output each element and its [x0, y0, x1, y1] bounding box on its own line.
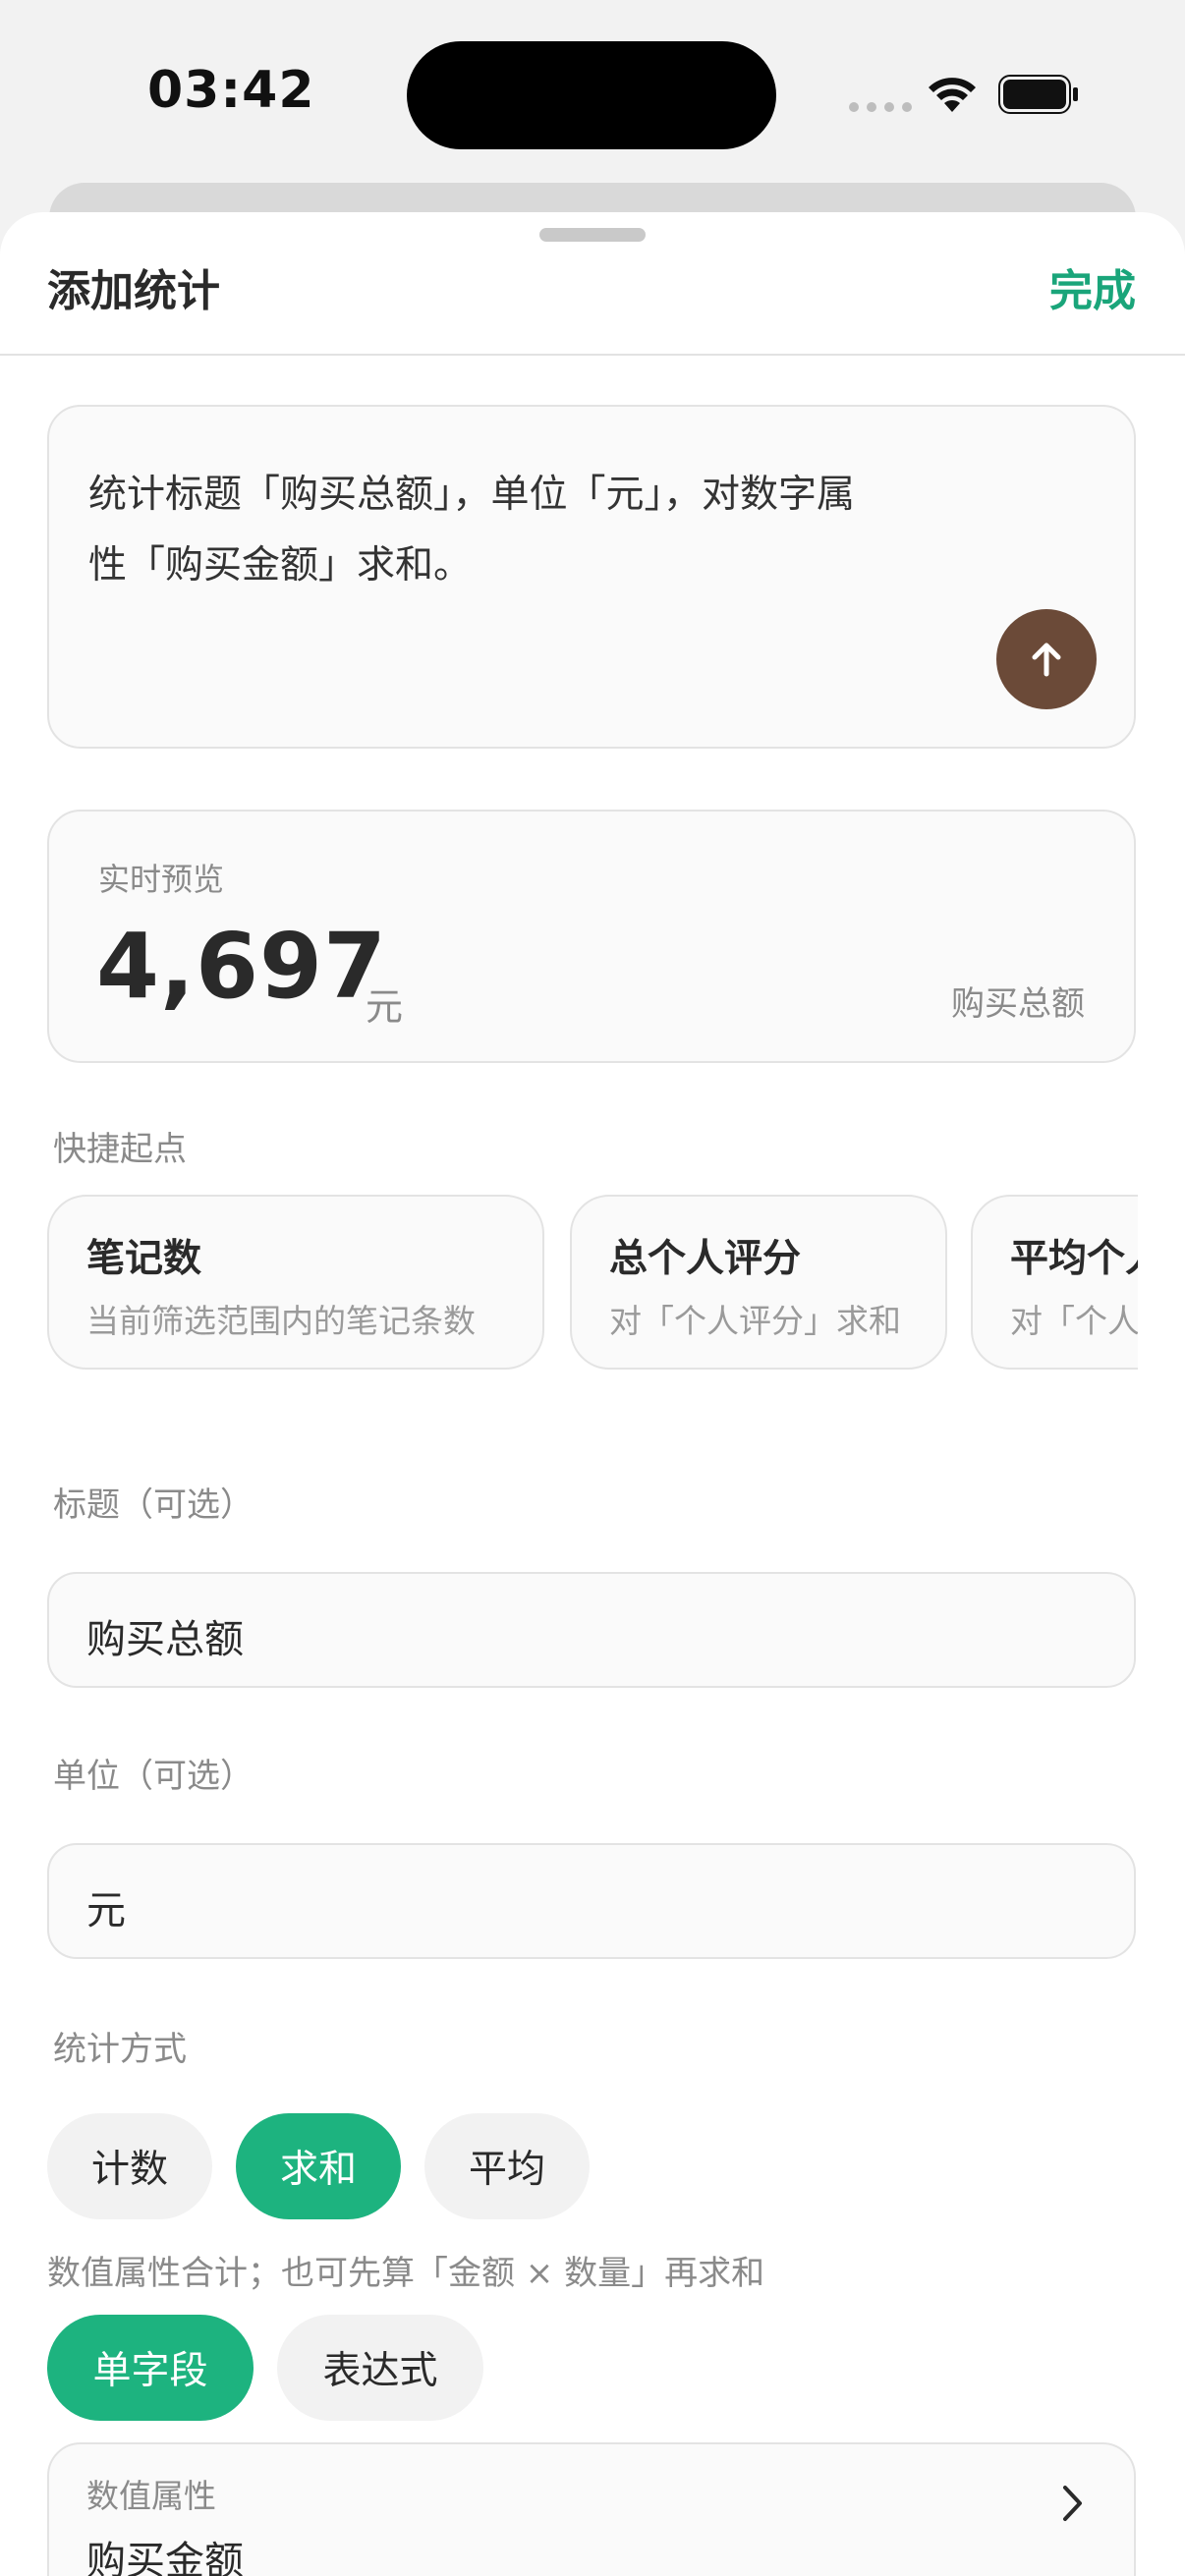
method-option-average[interactable]: 平均 — [424, 2113, 590, 2219]
quick-start-chip[interactable]: 总个人评分 对「个人评分」求和 — [570, 1195, 947, 1370]
method-hint: 数值属性合计；也可先算「金额 × 数量」再求和 — [47, 2254, 765, 2293]
done-button[interactable]: 完成 — [1049, 255, 1136, 318]
header-divider — [0, 354, 1185, 356]
status-bar: 03:42 — [0, 0, 1185, 187]
chip-subtitle: 对「个人评分」求平均 — [1010, 1302, 1138, 1340]
quick-start-chip[interactable]: 笔记数 当前筛选范围内的笔记条数 — [47, 1195, 544, 1370]
method-label: 统计方式 — [53, 2030, 187, 2069]
title-field[interactable]: 购买总额 — [47, 1572, 1136, 1688]
preview-label: 实时预览 — [98, 861, 225, 898]
title-field-value: 购买总额 — [86, 1617, 244, 1662]
chip-title: 笔记数 — [86, 1237, 202, 1281]
quick-start-chip[interactable]: 平均个人评分 对「个人评分」求平均 — [971, 1195, 1138, 1370]
unit-field[interactable]: 元 — [47, 1843, 1136, 1959]
unit-field-label: 单位（可选） — [53, 1757, 254, 1796]
chip-subtitle: 对「个人评分」求和 — [609, 1302, 901, 1340]
preview-name: 购买总额 — [951, 984, 1085, 1024]
chip-title: 总个人评分 — [609, 1237, 802, 1281]
prompt-line: 统计标题「购买总额」，单位「元」，对数字属 — [88, 473, 856, 517]
wifi-icon — [929, 78, 976, 112]
mode-option-expression[interactable]: 表达式 — [277, 2315, 483, 2421]
numeric-property-selector[interactable]: 数值属性 购买金额 — [47, 2442, 1136, 2576]
add-stat-sheet: 添加统计 完成 统计标题「购买总额」，单位「元」，对数字属 性「购买金额」求和。… — [0, 212, 1185, 2576]
cellular-signal-icon — [849, 102, 912, 112]
prompt-text: 统计标题「购买总额」，单位「元」，对数字属 性「购买金额」求和。 — [88, 460, 973, 601]
sheet-grabber[interactable] — [539, 228, 646, 242]
quick-start-chips[interactable]: 笔记数 当前筛选范围内的笔记条数 总个人评分 对「个人评分」求和 平均个人评分 … — [47, 1195, 1138, 1372]
battery-icon — [998, 75, 1078, 114]
preview-value: 4,697 — [96, 914, 388, 1019]
preview-unit: 元 — [366, 985, 404, 1029]
quick-start-label: 快捷起点 — [53, 1130, 187, 1169]
send-button[interactable] — [996, 609, 1097, 709]
prompt-input[interactable]: 统计标题「购买总额」，单位「元」，对数字属 性「购买金额」求和。 — [47, 405, 1136, 749]
dynamic-island — [407, 41, 776, 149]
method-option-count[interactable]: 计数 — [47, 2113, 212, 2219]
arrow-up-icon — [1032, 643, 1061, 677]
prompt-line: 性「购买金额」求和。 — [88, 543, 473, 588]
method-option-sum[interactable]: 求和 — [236, 2113, 401, 2219]
status-time: 03:42 — [147, 61, 315, 120]
chip-title: 平均个人评分 — [1010, 1237, 1138, 1281]
live-preview-card: 实时预览 4,697 元 购买总额 — [47, 810, 1136, 1063]
chevron-right-icon — [1063, 2486, 1082, 2521]
property-value: 购买金额 — [86, 2539, 244, 2576]
chip-subtitle: 当前筛选范围内的笔记条数 — [86, 1302, 476, 1340]
mode-option-single-field[interactable]: 单字段 — [47, 2315, 254, 2421]
sheet-title: 添加统计 — [47, 266, 220, 316]
unit-field-value: 元 — [86, 1888, 126, 1933]
title-field-label: 标题（可选） — [53, 1485, 254, 1525]
property-label: 数值属性 — [86, 2477, 216, 2515]
